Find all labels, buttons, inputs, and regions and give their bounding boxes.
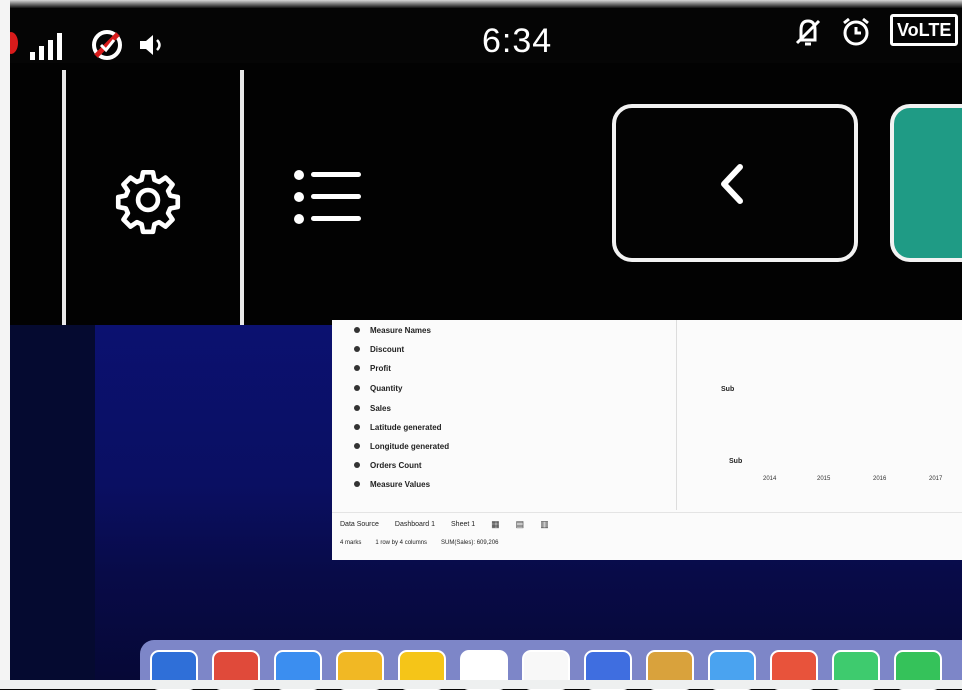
field-item[interactable]: Sales	[354, 402, 391, 414]
desktop-shadow	[10, 325, 95, 680]
volume-icon	[140, 35, 161, 55]
chart-label: Sub	[729, 458, 743, 465]
field-item[interactable]: Latitude generated	[354, 421, 442, 433]
new-dashboard-icon[interactable]: ▤	[516, 519, 525, 530]
photo-frame-left	[0, 0, 10, 689]
alarm-icon	[843, 17, 869, 46]
field-item[interactable]: Discount	[354, 343, 404, 355]
status-item: SUM(Sales): 609,206	[441, 540, 499, 546]
status-item: 1 row by 4 columns	[375, 540, 428, 546]
status-item: 4 marks	[340, 540, 362, 546]
list-menu-icon	[294, 170, 361, 224]
app-dock	[140, 640, 962, 690]
data-saver-icon	[92, 30, 122, 60]
sheet-tabs-bar: Data Source Dashboard 1 Sheet 1 ▦ ▤ ▥	[332, 512, 962, 536]
field-item[interactable]: Measure Names	[354, 324, 431, 336]
field-item[interactable]: Longitude generated	[354, 440, 449, 452]
mute-icon	[795, 19, 821, 46]
photo-frame-top	[0, 0, 962, 8]
new-sheet-icon[interactable]: ▦	[491, 519, 500, 530]
clock-time: 6:34	[482, 22, 553, 60]
toolbar-divider	[240, 70, 244, 325]
list-menu-button[interactable]	[246, 70, 416, 325]
toolbar-divider	[62, 70, 66, 325]
field-item[interactable]: Profit	[354, 362, 391, 374]
next-button[interactable]	[890, 104, 962, 262]
tab-sheet[interactable]: Sheet 1	[451, 521, 475, 528]
new-story-icon[interactable]: ▥	[540, 519, 549, 530]
chevron-left-icon	[721, 164, 743, 204]
field-item[interactable]: Quantity	[354, 382, 402, 394]
app-window: Measure Names Discount Profit Quantity S…	[332, 320, 962, 560]
x-tick-label: 2014	[763, 476, 777, 482]
tab-dashboard[interactable]: Dashboard 1	[395, 521, 435, 528]
gear-icon	[115, 169, 181, 235]
status-line: 4 marks 1 row by 4 columns SUM(Sales): 6…	[340, 540, 498, 546]
tab-data-source[interactable]: Data Source	[340, 521, 379, 528]
settings-button[interactable]	[68, 70, 240, 325]
field-item[interactable]: Orders Count	[354, 459, 422, 471]
field-item[interactable]: Measure Values	[354, 478, 430, 490]
signal-icon	[30, 30, 62, 60]
volte-badge: VoLTE	[890, 14, 959, 46]
chart-label: Sub	[721, 386, 735, 393]
phone-status-bar: 6:34 VoLTE	[4, 8, 962, 63]
x-tick-label: 2015	[817, 476, 831, 482]
photo-frame-bottom	[0, 680, 962, 689]
back-button[interactable]	[612, 104, 858, 262]
x-tick-label: 2016	[873, 476, 887, 482]
fields-pane: Measure Names Discount Profit Quantity S…	[332, 320, 672, 510]
x-tick-label: 2017	[929, 476, 943, 482]
chart-pane: Sub Sub 2014 2015 2016 2017	[676, 320, 962, 510]
